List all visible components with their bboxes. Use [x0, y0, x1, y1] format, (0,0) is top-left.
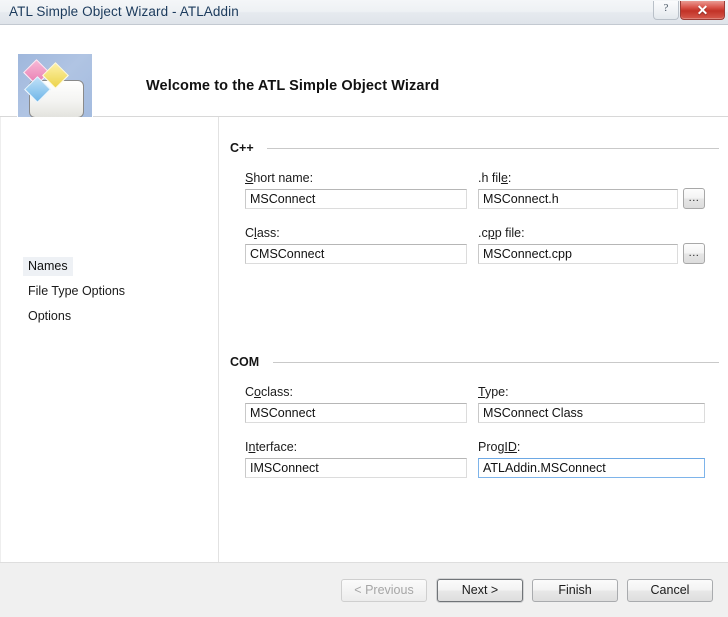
- group-rule-cpp: [267, 148, 719, 149]
- short-name-input[interactable]: [245, 189, 467, 209]
- cpp-file-label: .cpp file:: [478, 226, 525, 240]
- atl-simple-object-wizard-dialog: ATL Simple Object Wizard - ATLAddin ✕ We…: [0, 0, 728, 617]
- class-label: Class:: [245, 226, 280, 240]
- h-file-label: .h file:: [478, 171, 512, 185]
- dialog-body: Names File Type Options Options C++ Shor…: [0, 117, 728, 562]
- h-file-input[interactable]: [478, 189, 678, 209]
- wizard-header: Welcome to the ATL Simple Object Wizard: [0, 25, 728, 129]
- interface-label: Interface:: [245, 440, 298, 454]
- group-label-cpp: C++: [230, 141, 254, 155]
- sidebar-item-options[interactable]: Options: [23, 307, 76, 326]
- coclass-input[interactable]: [245, 403, 467, 423]
- progid-input[interactable]: [478, 458, 705, 478]
- type-input[interactable]: [478, 403, 705, 423]
- dialog-footer: < Previous Next > Finish Cancel: [0, 562, 728, 617]
- page-title: Welcome to the ATL Simple Object Wizard: [146, 78, 440, 94]
- cancel-button[interactable]: Cancel: [627, 579, 713, 602]
- wizard-step-list: Names File Type Options Options: [1, 117, 219, 562]
- cpp-file-browse-button[interactable]: ...: [683, 243, 705, 264]
- coclass-label: Coclass:: [245, 385, 293, 399]
- h-file-browse-button[interactable]: ...: [683, 188, 705, 209]
- sidebar-item-file-type-options[interactable]: File Type Options: [23, 282, 130, 301]
- help-icon[interactable]: [653, 1, 679, 20]
- window-title: ATL Simple Object Wizard - ATLAddin: [9, 4, 239, 19]
- window-controls: ✕: [653, 1, 725, 20]
- finish-button[interactable]: Finish: [532, 579, 618, 602]
- close-glyph: ✕: [696, 2, 709, 18]
- sidebar-item-names[interactable]: Names: [23, 257, 73, 276]
- close-icon[interactable]: ✕: [680, 1, 725, 20]
- class-input[interactable]: [245, 244, 467, 264]
- next-button[interactable]: Next >: [437, 579, 523, 602]
- group-label-com: COM: [230, 355, 260, 369]
- cpp-file-input[interactable]: [478, 244, 678, 264]
- group-rule-com: [273, 362, 719, 363]
- type-label: Type:: [478, 385, 509, 399]
- progid-label: ProgID:: [478, 440, 521, 454]
- previous-button[interactable]: < Previous: [341, 579, 427, 602]
- interface-input[interactable]: [245, 458, 467, 478]
- wizard-page-names: C++ Short name: .h file: ... Class: .cpp…: [220, 117, 728, 562]
- short-name-label: Short name:: [245, 171, 314, 185]
- title-bar: ATL Simple Object Wizard - ATLAddin ✕: [0, 0, 728, 25]
